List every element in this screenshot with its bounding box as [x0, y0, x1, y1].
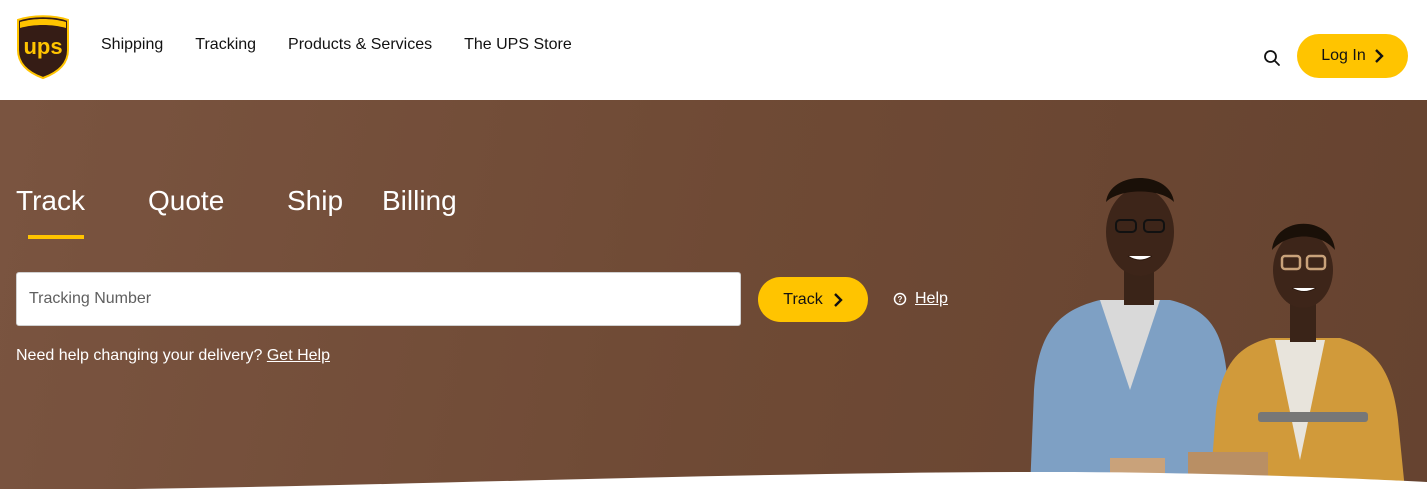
login-button[interactable]: Log In — [1297, 34, 1408, 78]
help-link[interactable]: ? Help — [893, 290, 948, 308]
logo-text: ups — [23, 34, 62, 59]
help-icon: ? — [893, 292, 907, 306]
nav-shipping[interactable]: Shipping — [101, 36, 163, 54]
hero-people-image — [1030, 178, 1405, 489]
svg-text:?: ? — [898, 295, 903, 304]
track-button-label: Track — [783, 290, 823, 308]
site-header: ups Shipping Tracking Products & Service… — [0, 0, 1427, 100]
get-help-link[interactable]: Get Help — [267, 347, 330, 364]
help-label: Help — [915, 290, 948, 307]
delivery-prompt: Need help changing your delivery? — [16, 347, 263, 364]
hero-wave-divider — [133, 472, 1427, 489]
active-tab-indicator — [28, 235, 84, 239]
tab-quote[interactable]: Quote — [148, 185, 224, 217]
ups-logo[interactable]: ups — [14, 14, 72, 80]
main-nav: Shipping Tracking Products & Services Th… — [101, 36, 572, 54]
login-label: Log In — [1321, 47, 1366, 64]
chevron-right-icon — [833, 292, 843, 307]
nav-ups-store[interactable]: The UPS Store — [464, 36, 572, 54]
nav-tracking[interactable]: Tracking — [195, 36, 256, 54]
track-button[interactable]: Track — [758, 277, 868, 322]
hero-section: Track Quote Ship Billing Track ? Help Ne… — [0, 100, 1427, 489]
tracking-number-input[interactable] — [16, 272, 741, 326]
search-icon[interactable] — [1262, 48, 1282, 68]
nav-products-services[interactable]: Products & Services — [288, 36, 432, 54]
tab-track[interactable]: Track — [16, 185, 85, 217]
tab-ship[interactable]: Ship — [287, 185, 343, 217]
chevron-right-icon — [1374, 49, 1384, 63]
delivery-help-text: Need help changing your delivery? Get He… — [16, 347, 330, 365]
tab-billing[interactable]: Billing — [382, 185, 457, 217]
